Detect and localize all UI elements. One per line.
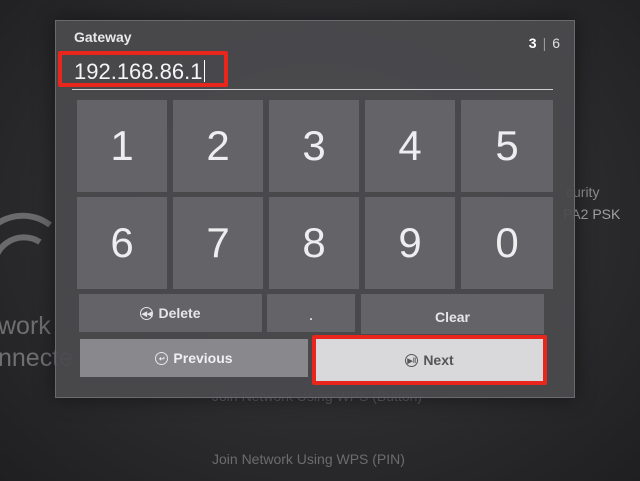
step-current: 3 <box>528 35 537 51</box>
key-1[interactable]: 1 <box>77 100 167 192</box>
screen: work nnecte curity PA2 PSK Join Network … <box>0 0 640 481</box>
key-6[interactable]: 6 <box>77 197 167 289</box>
key-4[interactable]: 4 <box>365 100 455 192</box>
step-indicator: 3 | 6 <box>529 35 560 51</box>
input-highlight-box <box>58 51 228 87</box>
step-total: 6 <box>552 35 560 51</box>
background-network-label: work <box>0 312 51 340</box>
field-label: Gateway <box>74 29 132 45</box>
key-9[interactable]: 9 <box>365 197 455 289</box>
previous-button[interactable]: ↩ Previous <box>80 339 308 377</box>
dot-key[interactable]: . <box>267 294 355 332</box>
key-3[interactable]: 3 <box>269 100 359 192</box>
step-separator: | <box>542 35 547 51</box>
key-8[interactable]: 8 <box>269 197 359 289</box>
rewind-icon: ◀◀ <box>140 306 154 320</box>
gateway-input[interactable]: 192.168.86.1 <box>58 51 553 90</box>
previous-label: Previous <box>173 350 233 366</box>
key-2[interactable]: 2 <box>173 100 263 192</box>
key-0[interactable]: 0 <box>461 197 553 289</box>
gateway-dialog: Gateway 3 | 6 192.168.86.1 1 2 3 4 5 6 7 8… <box>55 20 575 398</box>
key-7[interactable]: 7 <box>173 197 263 289</box>
key-5[interactable]: 5 <box>461 100 553 192</box>
next-highlight-box <box>312 335 547 385</box>
clear-button[interactable]: Clear <box>361 294 544 334</box>
back-arrow-icon: ↩ <box>155 351 169 365</box>
background-wps-pin-option: Join Network Using WPS (PIN) <box>212 451 405 467</box>
delete-button[interactable]: ◀◀ Delete <box>79 294 262 332</box>
delete-label: Delete <box>158 305 201 321</box>
